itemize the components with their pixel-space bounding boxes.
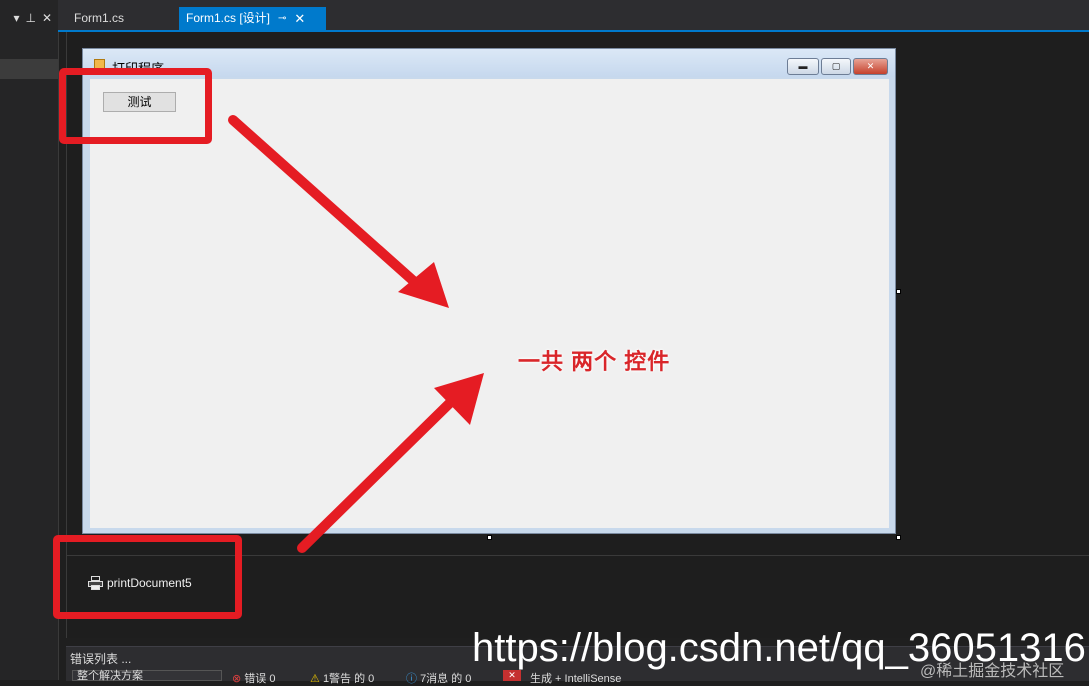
pin-icon[interactable]: ⊸ [278, 7, 286, 30]
minimize-button[interactable]: ▬ [787, 58, 819, 75]
tab-label: Form1.cs [设计] [186, 11, 271, 25]
maximize-button[interactable]: ▢ [821, 58, 851, 75]
build-filter-dropdown[interactable]: 生成 + IntelliSense [530, 670, 621, 686]
close-icon[interactable]: ✕ [294, 7, 305, 30]
tab-form1-designer[interactable]: Form1.cs [设计] ⊸ ✕ [179, 7, 326, 30]
highlight-box-button [59, 68, 212, 144]
close-button[interactable]: ✕ [853, 58, 888, 75]
dropdown-icon[interactable]: ▾ [13, 11, 19, 25]
warnings-count: 1警告 的 0 [322, 673, 375, 685]
pane-selected-row[interactable] [0, 59, 58, 79]
filter-icon[interactable]: ✕ [503, 670, 521, 681]
toolbox-pane: ▾ ⊥ ✕ [0, 0, 59, 680]
tab-form1-code[interactable]: Form1.cs [62, 7, 174, 30]
highlight-box-component [53, 535, 242, 619]
error-icon: ⊗ [232, 673, 242, 685]
info-icon: ⓘ [406, 673, 417, 685]
resize-handle-corner[interactable] [896, 535, 901, 540]
messages-filter-button[interactable]: ⓘ 7消息 的 0 [406, 670, 471, 686]
document-tab-bar: Form1.cs Form1.cs [设计] ⊸ ✕ [58, 0, 1089, 32]
errors-count: 错误 0 [244, 673, 276, 685]
errors-filter-button[interactable]: ⊗ 错误 0 [232, 670, 275, 686]
warnings-filter-button[interactable]: ⚠ 1警告 的 0 [310, 670, 374, 686]
resize-handle-right[interactable] [896, 289, 901, 294]
watermark-source: @稀土掘金技术社区 [920, 663, 1065, 680]
pin-icon[interactable]: ⊥ [25, 11, 35, 25]
close-pane-button[interactable]: ✕ [42, 11, 52, 25]
form-client-area[interactable]: 测试 [90, 79, 889, 528]
resize-handle-bottom[interactable] [487, 535, 492, 540]
tab-label: Form1.cs [74, 11, 125, 25]
messages-count: 7消息 的 0 [420, 673, 472, 685]
annotation-text: 一共 两个 控件 [518, 349, 671, 374]
scope-dropdown[interactable]: 整个解决方案 [72, 670, 222, 682]
warning-icon: ⚠ [310, 673, 320, 685]
pane-header: ▾ ⊥ ✕ [0, 0, 58, 36]
error-list-title: 错误列表 ... [70, 652, 132, 666]
